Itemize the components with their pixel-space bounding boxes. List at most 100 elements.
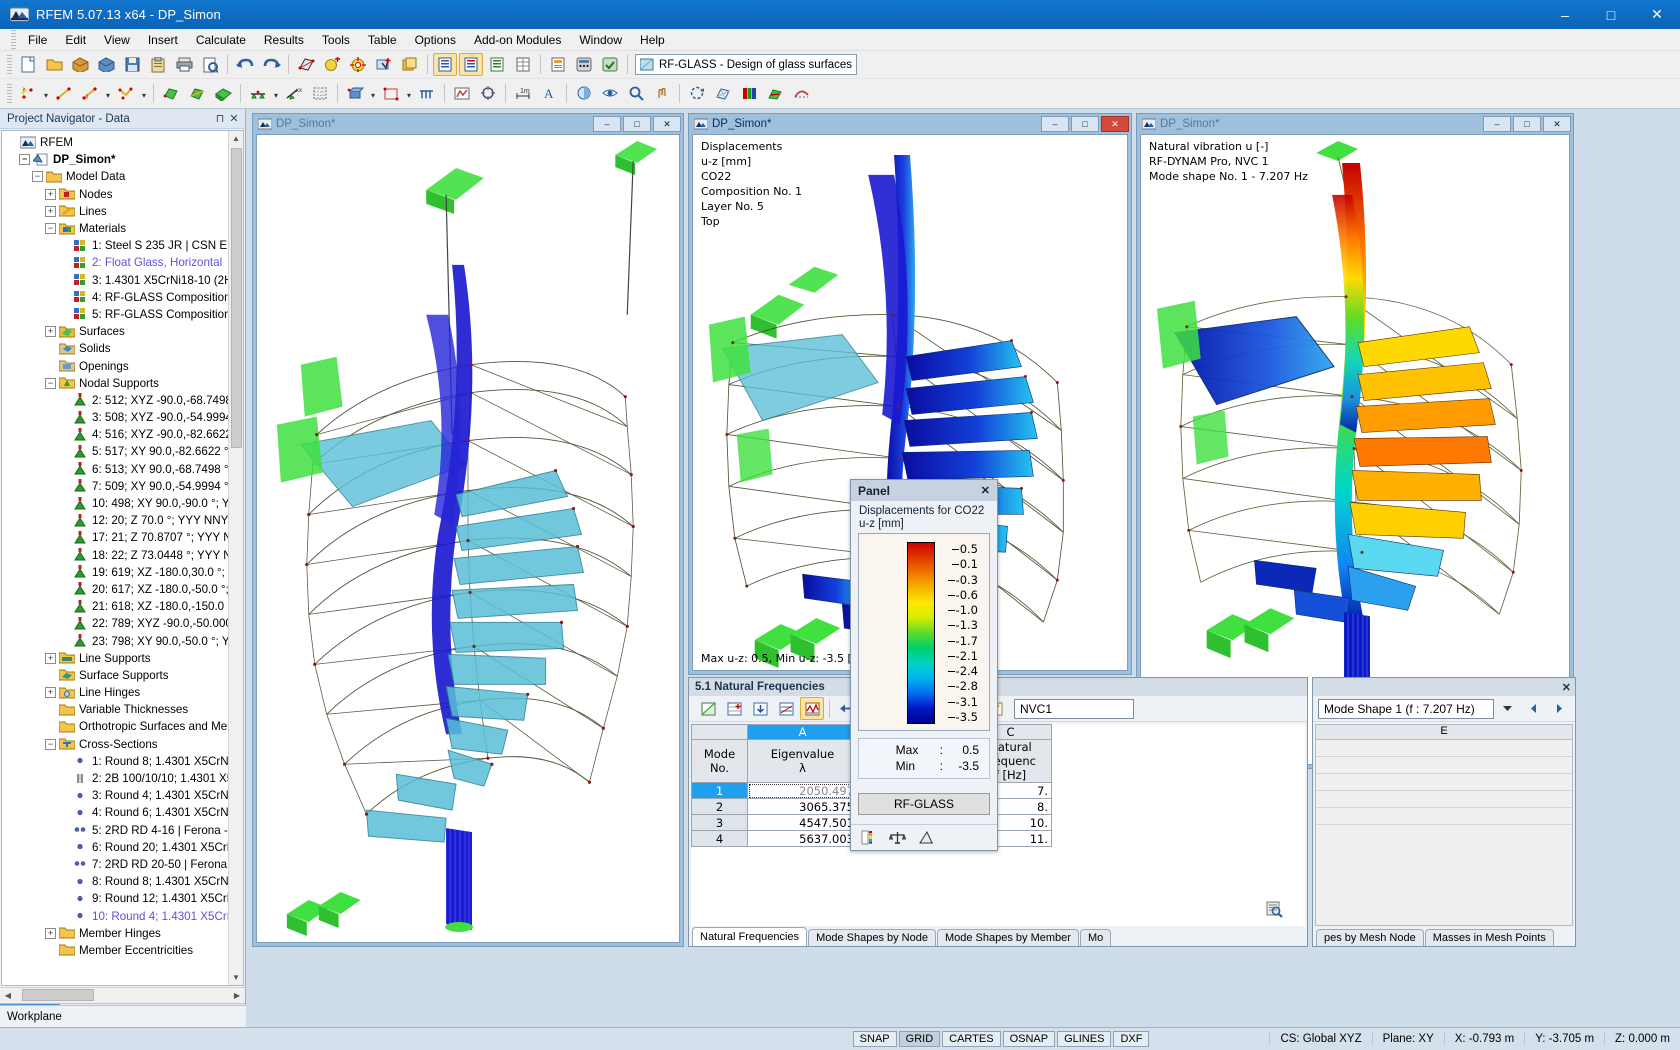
- secondary-table-close[interactable]: ✕: [1562, 681, 1571, 694]
- tree-item[interactable]: − Materials: [2, 220, 228, 237]
- menu-item-edit[interactable]: Edit: [56, 30, 95, 50]
- view-center-maximize[interactable]: □: [1071, 116, 1099, 132]
- results-panel[interactable]: Panel ✕ Displacements for CO22 u-z [mm] …: [850, 479, 998, 851]
- tree-item[interactable]: 23: 798; XY 90.0,-50.0 °; Y: [2, 632, 228, 649]
- tree-item[interactable]: Member Eccentricities: [2, 942, 228, 959]
- collapse-icon[interactable]: −: [19, 154, 30, 166]
- clipboard-icon[interactable]: [146, 53, 170, 76]
- tree-item[interactable]: 3: 508; XYZ -90.0,-54.9994,: [2, 409, 228, 426]
- zoom-results-icon[interactable]: [1266, 901, 1283, 918]
- scale-icon[interactable]: [889, 830, 906, 845]
- view-left-canvas[interactable]: [256, 134, 680, 943]
- deformation-icon[interactable]: [789, 82, 813, 105]
- collapse-icon[interactable]: −: [32, 171, 43, 183]
- undo-icon[interactable]: [233, 53, 257, 76]
- tree-item[interactable]: Openings: [2, 357, 228, 374]
- collapse-icon[interactable]: −: [45, 223, 56, 235]
- node-snap-icon[interactable]: [320, 53, 344, 76]
- mode-shape-selector[interactable]: Mode Shape 1 (f : 7.207 Hz): [1318, 698, 1494, 719]
- insert-row-icon[interactable]: [722, 697, 746, 720]
- scroll-down-icon[interactable]: ▼: [228, 970, 243, 985]
- surface-icon[interactable]: [159, 82, 183, 105]
- collapse-icon[interactable]: −: [45, 738, 56, 750]
- table-tab-natural-frequencies[interactable]: Natural Frequencies: [692, 927, 808, 946]
- menu-item-results[interactable]: Results: [255, 30, 313, 50]
- tree-item[interactable]: RFEM: [2, 134, 228, 151]
- navigator-hscrollbar[interactable]: ◀ ▶: [0, 987, 245, 1003]
- view-right-canvas[interactable]: Natural vibration u [-] RF-DYNAM Pro, NV…: [1140, 134, 1570, 765]
- snap-icon[interactable]: [476, 82, 500, 105]
- column-letter-header[interactable]: A: [747, 724, 858, 740]
- menu-item-help[interactable]: Help: [631, 30, 674, 50]
- line-dim-icon[interactable]: I: [78, 82, 102, 105]
- cell-mode-no[interactable]: 1: [691, 782, 748, 799]
- menu-item-insert[interactable]: Insert: [139, 30, 187, 50]
- tree-item[interactable]: 2: Float Glass, Horizontal: [2, 254, 228, 271]
- tree-item[interactable]: 10: 498; XY 90.0,-90.0 °; Y: [2, 495, 228, 512]
- navigator-vscrollbar[interactable]: ▲ ▼: [228, 131, 243, 985]
- tree-item[interactable]: 6: Round 20; 1.4301 X5CrN: [2, 839, 228, 856]
- view-window-left[interactable]: DP_Simon* – □ ✕: [252, 113, 684, 947]
- view-window-right[interactable]: DP_Simon* – □ ✕ Natural vibration u [-] …: [1136, 113, 1574, 769]
- pin-icon[interactable]: ⊓: [213, 112, 227, 125]
- calculate-icon[interactable]: [572, 53, 596, 76]
- color-legend[interactable]: 0.5 0.1 -0.3 -0.6 -1.0 -1.3 -1.7 -2.1 -2.4 -2.8 -3…: [858, 533, 990, 731]
- expand-icon[interactable]: +: [45, 188, 56, 200]
- tree-item[interactable]: + Lines: [2, 203, 228, 220]
- view-center-close[interactable]: ✕: [1101, 116, 1129, 132]
- status-toggle-dxf[interactable]: DXF: [1113, 1031, 1150, 1047]
- cell-eigenvalue[interactable]: 3065.375: [747, 798, 858, 815]
- status-toggle-osnap[interactable]: OSNAP: [1002, 1031, 1056, 1047]
- close-button[interactable]: ✕: [1634, 0, 1680, 29]
- menu-item-calculate[interactable]: Calculate: [187, 30, 255, 50]
- render-surface-icon[interactable]: [294, 53, 318, 76]
- panel-close-icon[interactable]: ✕: [978, 484, 993, 497]
- tree-item[interactable]: 7: 2RD RD 20-50 | Ferona -: [2, 856, 228, 873]
- view-icon[interactable]: [598, 82, 622, 105]
- tree-item[interactable]: 17: 21; Z 70.8707 °; YYY NI: [2, 529, 228, 546]
- results-table-icon[interactable]: [485, 53, 509, 76]
- tree-item[interactable]: 2: 512; XYZ -90.0,-68.7498,: [2, 392, 228, 409]
- open-package-icon[interactable]: [68, 53, 92, 76]
- expand-icon[interactable]: +: [45, 652, 56, 664]
- tree-item[interactable]: + Nodes: [2, 186, 228, 203]
- tree-item[interactable]: Surface Supports: [2, 667, 228, 684]
- tree-item[interactable]: 1: Steel S 235 JR | CSN EN: [2, 237, 228, 254]
- tree-item[interactable]: 3: 1.4301 X5CrNi18-10 (2H: [2, 272, 228, 289]
- secondary-grid[interactable]: E: [1315, 724, 1573, 926]
- import-icon[interactable]: [748, 697, 772, 720]
- menu-item-table[interactable]: Table: [359, 30, 406, 50]
- status-toggle-cartes[interactable]: CARTES: [942, 1031, 1001, 1047]
- cell-mode-no[interactable]: 2: [691, 798, 748, 815]
- tree-item[interactable]: 5: 2RD RD 4-16 | Ferona -: [2, 822, 228, 839]
- tree-item[interactable]: Orthotropic Surfaces and Me: [2, 718, 228, 735]
- view-center-minimize[interactable]: –: [1041, 116, 1069, 132]
- node-dropdown-arrow[interactable]: ▾: [41, 82, 51, 105]
- graph-icon[interactable]: [696, 697, 720, 720]
- tree-item[interactable]: 18: 22; Z 73.0448 °; YYY NI: [2, 547, 228, 564]
- table-tab-mode-shapes-by-node[interactable]: Mode Shapes by Node: [808, 929, 936, 946]
- solid-icon[interactable]: [211, 82, 235, 105]
- menu-item-window[interactable]: Window: [570, 30, 631, 50]
- wireframe-icon[interactable]: [711, 82, 735, 105]
- results-grid-container[interactable]: ABCModeNo.EigenvalueλAngular Frequencyω …: [691, 724, 1305, 926]
- surface-lines-icon[interactable]: [185, 82, 209, 105]
- prev-icon[interactable]: [1521, 697, 1545, 720]
- navigator-close-icon[interactable]: ✕: [227, 112, 241, 125]
- tree-item[interactable]: 4: Round 6; 1.4301 X5CrNi: [2, 804, 228, 821]
- addon-module-selector[interactable]: RF-GLASS - Design of glass surfaces: [635, 54, 858, 75]
- scroll-up-icon[interactable]: ▲: [228, 131, 243, 146]
- nvc-selector[interactable]: NVC1: [1014, 698, 1134, 719]
- navigator-tree[interactable]: RFEM − DP_Simon* − Model Data + Nodes + Lines − Ma…: [2, 131, 228, 985]
- tree-item[interactable]: Variable Thicknesses: [2, 701, 228, 718]
- tree-item[interactable]: + Line Supports: [2, 650, 228, 667]
- status-toggle-snap[interactable]: SNAP: [852, 1031, 897, 1047]
- tree-item[interactable]: − Model Data: [2, 168, 228, 185]
- render-icon[interactable]: [572, 82, 596, 105]
- chart-active-icon[interactable]: [800, 697, 824, 720]
- save-package-icon[interactable]: [94, 53, 118, 76]
- pan-icon[interactable]: [650, 82, 674, 105]
- member-dropdown-arrow[interactable]: ▾: [368, 82, 378, 105]
- view-right-minimize[interactable]: –: [1483, 116, 1511, 132]
- factors-icon[interactable]: [918, 830, 935, 845]
